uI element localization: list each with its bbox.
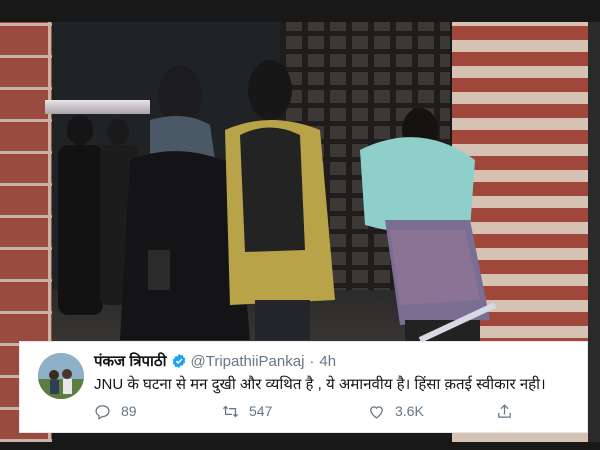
retweet-button[interactable]: 547: [222, 400, 272, 422]
like-button[interactable]: 3.6K: [368, 400, 424, 422]
share-button[interactable]: [496, 400, 523, 422]
tweet-text: JNU के घटना से मन दुखी और व्यथित है , ये…: [94, 376, 546, 393]
retweet-icon: [222, 405, 239, 417]
tweet-card[interactable]: पंकज त्रिपाठी @TripathiiPankaj · 4h JNU …: [19, 341, 588, 433]
tweet-timestamp[interactable]: 4h: [319, 353, 336, 370]
display-name[interactable]: पंकज त्रिपाठी: [94, 351, 167, 371]
reply-button[interactable]: 89: [94, 400, 137, 422]
like-count: 3.6K: [395, 403, 424, 419]
masked-person-teal-scarf: [360, 108, 497, 345]
tweet-actions: 89 547 3.6K: [94, 400, 554, 422]
separator-dot: ·: [309, 352, 315, 370]
retweet-count: 547: [249, 403, 273, 419]
heart-icon: [370, 405, 383, 419]
reply-count: 89: [121, 403, 137, 419]
user-handle[interactable]: @TripathiiPankaj: [191, 353, 305, 370]
reply-icon: [95, 404, 110, 420]
verified-badge-icon: [172, 354, 185, 368]
masked-person-mustard-jacket: [225, 60, 335, 340]
tweet-header: पंकज त्रिपाठी @TripathiiPankaj · 4h: [94, 351, 336, 371]
background-person-1: [58, 115, 103, 315]
share-icon: [498, 403, 511, 418]
avatar[interactable]: [38, 353, 84, 399]
